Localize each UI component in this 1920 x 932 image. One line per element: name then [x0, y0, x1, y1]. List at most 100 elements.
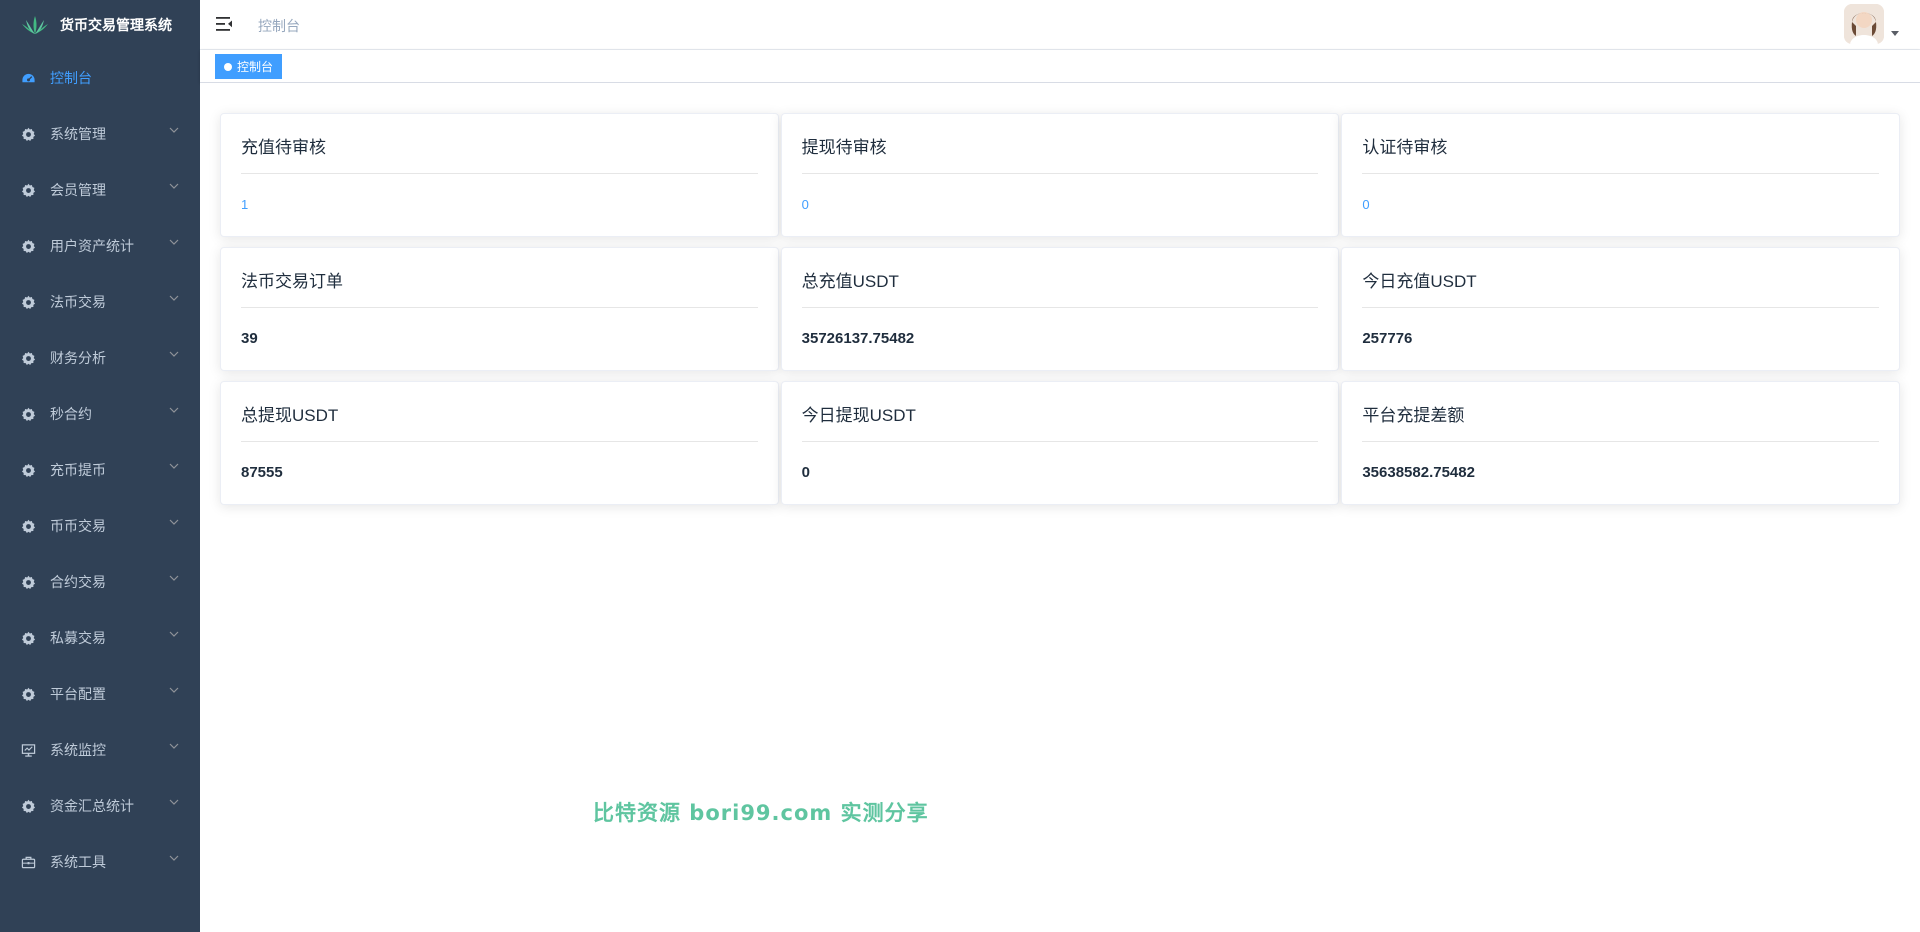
stat-card: 总充值USDT 35726137.75482 [780, 247, 1340, 371]
sidebar-item-label: 平台配置 [50, 686, 106, 702]
dashboard-icon [20, 70, 36, 86]
watermark-text: 比特资源 bori99.com 实测分享 [593, 801, 929, 825]
sidebar-item-label: 控制台 [50, 70, 92, 86]
sidebar-logo[interactable]: 货币交易管理系统 [0, 0, 200, 50]
chevron-down-icon [168, 236, 180, 248]
sidebar-item-2[interactable]: 会员管理 [0, 162, 200, 218]
active-dot-icon [224, 62, 232, 71]
sidebar-item-1[interactable]: 系统管理 [0, 106, 200, 162]
gear-icon [20, 518, 36, 534]
stat-card-title: 提现待审核 [801, 114, 1319, 174]
stat-card: 认证待审核 0 [1341, 113, 1900, 237]
chevron-down-icon [168, 740, 180, 752]
sidebar-item-13[interactable]: 资金汇总统计 [0, 778, 200, 834]
user-avatar-dropdown[interactable] [1844, 4, 1900, 44]
sidebar-item-label: 币币交易 [50, 518, 106, 534]
stat-card: 平台充提差额 35638582.75482 [1341, 381, 1900, 505]
menu-fold-icon [216, 17, 232, 31]
breadcrumb: 控制台 [258, 18, 300, 34]
sidebar-item-11[interactable]: 平台配置 [0, 666, 200, 722]
chevron-down-icon [168, 628, 180, 640]
sidebar-item-9[interactable]: 合约交易 [0, 554, 200, 610]
chevron-down-icon [168, 684, 180, 696]
sidebar-item-label: 资金汇总统计 [50, 798, 134, 814]
stat-card: 总提现USDT 87555 [220, 381, 779, 505]
stat-card-value: 257776 [1362, 330, 1413, 347]
sidebar-item-label: 法币交易 [50, 294, 106, 310]
stat-card-value[interactable]: 1 [241, 174, 758, 237]
stat-card: 今日提现USDT 0 [780, 381, 1340, 505]
stat-card-title: 今日提现USDT [801, 382, 1319, 442]
gear-icon [20, 686, 36, 702]
stat-card-title: 总充值USDT [801, 248, 1319, 308]
stat-card-title: 法币交易订单 [241, 248, 758, 308]
stat-card-value[interactable]: 0 [1362, 174, 1879, 237]
tags-view: 控制台 [200, 50, 1920, 83]
gear-icon [20, 182, 36, 198]
gear-icon [20, 238, 36, 254]
hamburger-toggle[interactable] [214, 14, 234, 34]
chevron-down-icon [168, 404, 180, 416]
sidebar-menu: 控制台系统管理会员管理用户资产统计 法币交易财务分析秒合约充币提币币币交易合约交易… [0, 50, 200, 890]
sidebar-item-10[interactable]: 私募交易 [0, 610, 200, 666]
sidebar-item-label: 秒合约 [50, 406, 92, 422]
tag-label: 控制台 [237, 60, 274, 74]
sidebar-item-label: 私募交易 [50, 630, 106, 646]
sidebar-item-label: 财务分析 [50, 350, 106, 366]
chevron-down-icon [168, 124, 180, 136]
monitor-icon [20, 742, 36, 758]
stat-card-value: 87555 [241, 464, 283, 481]
sidebar-item-5[interactable]: 财务分析 [0, 330, 200, 386]
sidebar-item-12[interactable]: 系统监控 [0, 722, 200, 778]
stat-card-title: 今日充值USDT [1362, 248, 1879, 308]
stat-card-title: 总提现USDT [241, 382, 758, 442]
sidebar-item-7[interactable]: 充币提币 [0, 442, 200, 498]
gear-icon [20, 350, 36, 366]
sidebar-item-label: 充币提币 [50, 462, 106, 478]
sidebar-item-label: 系统监控 [50, 742, 106, 758]
stat-card-title: 认证待审核 [1362, 114, 1879, 174]
avatar [1844, 4, 1884, 44]
sidebar-item-label: 系统管理 [50, 126, 106, 142]
stat-card: 法币交易订单 39 [220, 247, 779, 371]
sidebar-item-label: 会员管理 [50, 182, 106, 198]
gear-icon [20, 798, 36, 814]
gear-icon [20, 574, 36, 590]
sidebar-item-14[interactable]: 系统工具 [0, 834, 200, 890]
dashboard-content: 充值待审核 1 提现待审核 0 认证待审核 0 法币交易订单 39 总充值USDT 3572613… [200, 83, 1920, 932]
gear-icon [20, 406, 36, 422]
stats-grid: 充值待审核 1 提现待审核 0 认证待审核 0 法币交易订单 39 总充值USDT 3572613… [220, 113, 1900, 505]
stat-card-value: 39 [241, 330, 258, 347]
sidebar-item-label: 用户资产统计 [50, 238, 134, 254]
toolbox-icon [20, 854, 36, 870]
gear-icon [20, 126, 36, 142]
chevron-down-icon [168, 516, 180, 528]
tag-dashboard[interactable]: 控制台 [215, 54, 283, 79]
gear-icon [20, 462, 36, 478]
chevron-down-icon [168, 852, 180, 864]
app-logo-icon [22, 16, 48, 34]
chevron-down-icon [168, 180, 180, 192]
navbar: 控制台 [200, 0, 1920, 50]
stat-card-value: 35726137.75482 [801, 330, 915, 347]
sidebar-item-4[interactable]: 法币交易 [0, 274, 200, 330]
app-title: 货币交易管理系统 [60, 17, 172, 33]
sidebar-item-label: 合约交易 [50, 574, 106, 590]
stat-card-title: 充值待审核 [241, 114, 758, 174]
chevron-down-icon [168, 348, 180, 360]
stat-card: 提现待审核 0 [780, 113, 1340, 237]
stat-card: 充值待审核 1 [220, 113, 779, 237]
stat-card: 今日充值USDT 257776 [1341, 247, 1900, 371]
chevron-down-icon [168, 572, 180, 584]
stat-card-title: 平台充提差额 [1362, 382, 1879, 442]
sidebar-item-0[interactable]: 控制台 [0, 50, 200, 106]
stat-card-value[interactable]: 0 [802, 174, 1319, 237]
sidebar-item-label: 系统工具 [50, 854, 106, 870]
sidebar-item-3[interactable]: 用户资产统计 [0, 218, 200, 274]
sidebar-item-6[interactable]: 秒合约 [0, 386, 200, 442]
gear-icon [20, 630, 36, 646]
stat-card-value: 35638582.75482 [1362, 464, 1475, 481]
sidebar-item-8[interactable]: 币币交易 [0, 498, 200, 554]
sidebar: 货币交易管理系统 控制台系统管理会员管理用户资产统计 法币交易财务分析秒合约充币提… [0, 0, 200, 932]
stat-card-value: 0 [801, 464, 810, 481]
